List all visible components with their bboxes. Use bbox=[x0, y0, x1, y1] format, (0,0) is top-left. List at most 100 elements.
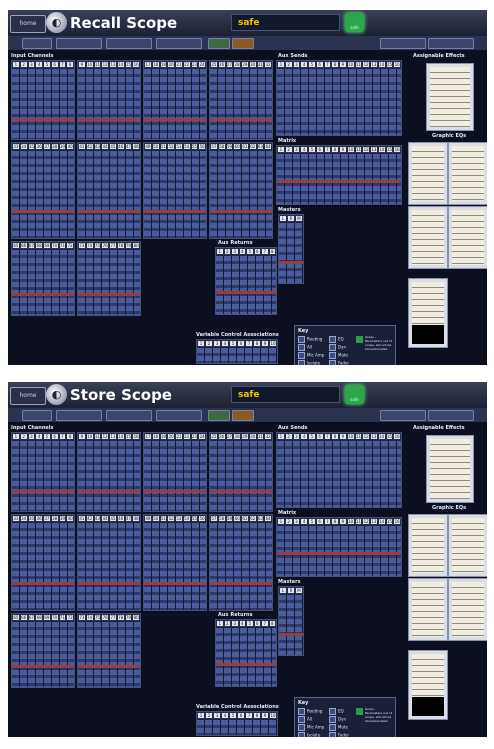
mute-row[interactable] bbox=[210, 490, 272, 493]
input-channel-group[interactable]: 57 58 59 60 61 62 63 64 bbox=[209, 142, 273, 239]
channel-number[interactable]: 8 bbox=[268, 620, 276, 627]
channel-number[interactable]: 58 bbox=[217, 143, 226, 150]
channel-number[interactable]: 5 bbox=[246, 620, 254, 627]
channel-grid[interactable] bbox=[210, 151, 272, 238]
channel-number[interactable]: 10 bbox=[269, 340, 277, 347]
channel-number[interactable]: 29 bbox=[241, 433, 249, 440]
channel-number[interactable]: 9 bbox=[261, 340, 269, 347]
aux-sends-block[interactable]: 1 2 3 4 5 6 7 8 9 10 11 12 13 14 15 16 bbox=[276, 60, 402, 136]
channel-number[interactable]: 8 bbox=[331, 518, 339, 525]
channel-number[interactable]: 39 bbox=[58, 143, 67, 150]
channel-number[interactable]: 14 bbox=[377, 518, 386, 525]
input-channel-group[interactable]: 17 18 19 20 21 22 23 24 bbox=[143, 432, 207, 512]
channel-number[interactable]: 38 bbox=[50, 143, 59, 150]
channel-number[interactable]: 2 bbox=[205, 712, 213, 719]
channel-number[interactable]: 12 bbox=[362, 61, 370, 68]
channel-grid[interactable] bbox=[279, 595, 303, 655]
channel-number[interactable]: 4 bbox=[300, 433, 308, 440]
channel-number[interactable]: 15 bbox=[385, 61, 394, 68]
channel-number[interactable]: 27 bbox=[225, 61, 234, 68]
channel-number[interactable]: 37 bbox=[43, 143, 51, 150]
channel-number[interactable]: 76 bbox=[101, 614, 109, 621]
channel-grid[interactable] bbox=[12, 622, 74, 687]
channel-number[interactable]: 12 bbox=[101, 61, 109, 68]
channel-number[interactable]: 9 bbox=[339, 146, 347, 153]
channel-number[interactable]: 15 bbox=[124, 433, 133, 440]
channel-number[interactable]: 5 bbox=[308, 146, 316, 153]
channel-number[interactable]: 13 bbox=[109, 61, 117, 68]
channel-number[interactable]: 75 bbox=[93, 614, 102, 621]
channel-number[interactable]: 32 bbox=[264, 433, 272, 440]
mute-row[interactable] bbox=[78, 118, 140, 121]
input-channel-group[interactable]: 33 34 35 36 37 38 39 40 bbox=[11, 514, 75, 611]
channel-number[interactable]: 29 bbox=[241, 61, 249, 68]
input-channel-group[interactable]: 41 42 43 44 45 46 47 48 bbox=[77, 142, 141, 239]
channel-grid[interactable] bbox=[197, 720, 277, 735]
channel-number[interactable]: 55 bbox=[190, 143, 199, 150]
mute-row[interactable] bbox=[279, 261, 303, 265]
channel-number[interactable]: 68 bbox=[35, 242, 43, 249]
channel-number[interactable]: 2 bbox=[284, 518, 293, 525]
channel-number[interactable]: 13 bbox=[370, 61, 378, 68]
channel-number[interactable]: 61 bbox=[241, 515, 249, 522]
channel-grid[interactable] bbox=[210, 523, 272, 610]
channel-number[interactable]: 8 bbox=[66, 433, 74, 440]
channel-number[interactable]: 58 bbox=[217, 515, 226, 522]
channel-grid[interactable] bbox=[197, 348, 277, 363]
channel-number[interactable]: 5 bbox=[43, 61, 51, 68]
channel-number[interactable]: 67 bbox=[27, 614, 36, 621]
input-channel-group[interactable]: 65 66 67 68 69 70 71 72 bbox=[11, 241, 75, 316]
channel-number[interactable]: 31 bbox=[256, 61, 265, 68]
channel-number[interactable]: 14 bbox=[116, 433, 125, 440]
channel-number[interactable]: 26 bbox=[217, 433, 226, 440]
mute-row[interactable] bbox=[78, 292, 140, 296]
channel-number[interactable]: 30 bbox=[248, 61, 257, 68]
channel-number[interactable]: 2 bbox=[19, 61, 28, 68]
channel-number[interactable]: 5 bbox=[229, 340, 237, 347]
masters-block[interactable]: LRM bbox=[278, 586, 304, 656]
channel-number[interactable]: 1 bbox=[277, 146, 285, 153]
channel-number[interactable]: 5 bbox=[246, 248, 254, 255]
channel-number[interactable]: 12 bbox=[362, 146, 370, 153]
channel-grid[interactable] bbox=[78, 441, 140, 511]
channel-number[interactable]: 39 bbox=[58, 515, 67, 522]
channel-grid[interactable] bbox=[216, 256, 276, 314]
channel-number[interactable]: 52 bbox=[167, 143, 175, 150]
toolbar-button-5[interactable] bbox=[208, 38, 230, 49]
mute-row[interactable] bbox=[78, 664, 140, 668]
channel-number[interactable]: 51 bbox=[159, 143, 168, 150]
channel-number[interactable]: 4 bbox=[238, 248, 246, 255]
channel-number[interactable]: 2 bbox=[284, 433, 293, 440]
channel-number[interactable]: 6 bbox=[50, 433, 59, 440]
channel-grid[interactable] bbox=[144, 441, 206, 511]
channel-number[interactable]: 79 bbox=[124, 242, 133, 249]
channel-number[interactable]: 3 bbox=[27, 61, 36, 68]
channel-number[interactable]: 79 bbox=[124, 614, 133, 621]
toolbar-button-4[interactable] bbox=[156, 410, 202, 421]
channel-number[interactable]: 67 bbox=[27, 242, 36, 249]
channel-number[interactable]: 15 bbox=[385, 146, 394, 153]
channel-number[interactable]: 42 bbox=[85, 143, 94, 150]
input-channel-group[interactable]: 9 10 11 12 13 14 15 16 bbox=[77, 60, 141, 140]
toolbar-button-2[interactable] bbox=[56, 410, 102, 421]
input-channel-group[interactable]: 25 26 27 28 29 30 31 32 bbox=[209, 60, 273, 140]
input-channel-group[interactable]: 57 58 59 60 61 62 63 64 bbox=[209, 514, 273, 611]
mute-row[interactable] bbox=[279, 633, 303, 637]
channel-grid[interactable] bbox=[216, 628, 276, 686]
aux-returns-block[interactable]: 12345678 bbox=[215, 619, 277, 687]
channel-number[interactable]: 72 bbox=[66, 242, 74, 249]
channel-number[interactable]: 9 bbox=[339, 433, 347, 440]
channel-number[interactable]: 14 bbox=[377, 146, 386, 153]
channel-number[interactable]: 30 bbox=[248, 433, 257, 440]
toolbar-button-1[interactable] bbox=[22, 410, 52, 421]
channel-number[interactable]: 4 bbox=[300, 61, 308, 68]
channel-number[interactable]: 46 bbox=[116, 515, 125, 522]
channel-number[interactable]: 32 bbox=[264, 61, 272, 68]
channel-number[interactable]: 37 bbox=[43, 515, 51, 522]
channel-number[interactable]: 59 bbox=[225, 515, 234, 522]
channel-number[interactable]: 71 bbox=[58, 614, 67, 621]
channel-number[interactable]: 3 bbox=[292, 61, 301, 68]
channel-number[interactable]: 3 bbox=[292, 518, 301, 525]
channel-number[interactable]: 69 bbox=[43, 242, 51, 249]
toolbar-button-4[interactable] bbox=[156, 38, 202, 49]
